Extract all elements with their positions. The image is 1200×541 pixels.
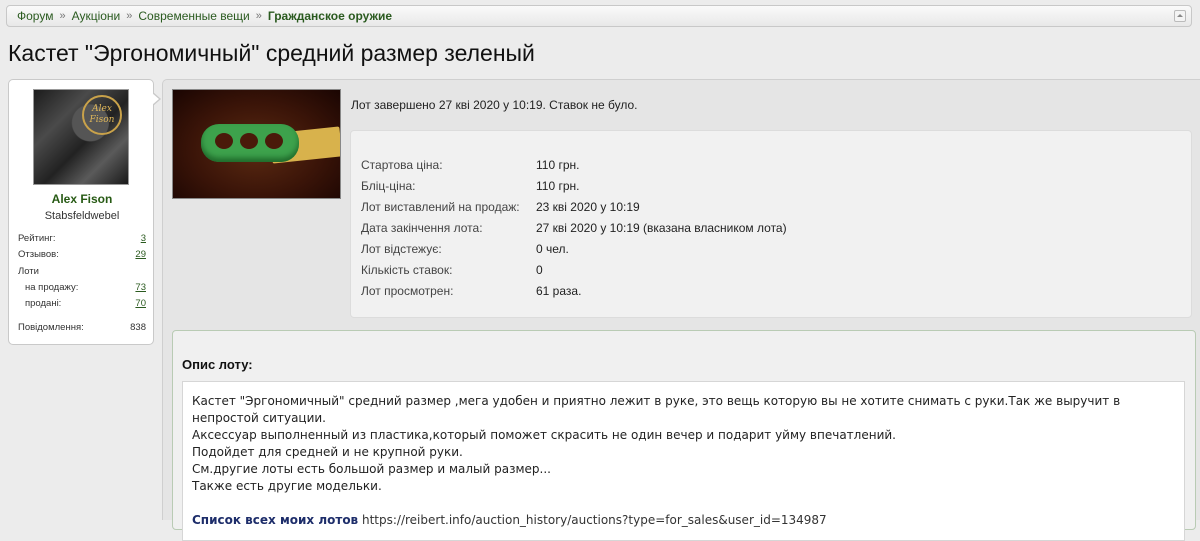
avatar-emblem: Alex Fison	[82, 95, 122, 135]
stat-sold-label: продані:	[25, 298, 62, 309]
stat-messages-value: 838	[130, 322, 146, 333]
info-label: Лот просмотрен:	[361, 284, 454, 298]
description-line: Также есть другие модельки.	[192, 479, 382, 493]
lot-photo[interactable]	[172, 89, 341, 199]
stat-reviews-label: Отзывов:	[18, 249, 59, 260]
description-line: Кастет "Эргономичный" средний размер ,ме…	[192, 394, 1121, 425]
stat-sold-value[interactable]: 70	[135, 298, 146, 309]
stat-reviews: Отзывов: 29	[18, 249, 146, 260]
stat-rating-value[interactable]: 3	[141, 233, 146, 244]
lot-info-table: Стартова ціна: 110 грн. Бліц-ціна: 110 г…	[350, 130, 1192, 318]
seller-lots-link[interactable]: https://reibert.info/auction_history/auc…	[362, 513, 827, 527]
seller-lots-line: Список всех моих лотов https://reibert.i…	[192, 512, 1184, 529]
description-heading: Опис лоту:	[182, 357, 253, 372]
info-value: 110 грн.	[536, 158, 580, 172]
username-link[interactable]: Alex Fison	[9, 192, 155, 206]
description-line: См.другие лоты есть большой размер и мал…	[192, 462, 551, 476]
info-value: 27 кві 2020 у 10:19 (вказана власником л…	[536, 221, 787, 235]
user-card-arrow	[152, 92, 161, 106]
info-value: 0	[536, 263, 543, 277]
stat-for-sale-value[interactable]: 73	[135, 282, 146, 293]
user-rank: Stabsfeldwebel	[44, 210, 120, 222]
photo-finger-hole	[240, 133, 258, 149]
breadcrumb-separator: »	[126, 10, 133, 22]
breadcrumb: Форум » Аукціони » Современные вещи » Гр…	[6, 5, 1192, 27]
info-label: Лот відстежує:	[361, 242, 442, 256]
stat-lots: Лоти	[18, 266, 146, 277]
photo-finger-hole	[265, 133, 283, 149]
breadcrumb-separator: »	[59, 10, 66, 22]
breadcrumb-forum[interactable]: Форум	[17, 6, 53, 26]
stat-for-sale-label: на продажу:	[25, 282, 79, 293]
breadcrumb-separator: »	[255, 10, 262, 22]
description-box: Опис лоту: Кастет "Эргономичный" средний…	[172, 330, 1196, 541]
description-line: Аксессуар выполненный из пластика,которы…	[192, 428, 896, 442]
breadcrumb-current[interactable]: Гражданское оружие	[268, 6, 392, 26]
photo-finger-hole	[215, 133, 233, 149]
description-text: Кастет "Эргономичный" средний размер ,ме…	[182, 381, 1185, 541]
info-value: 110 грн.	[536, 179, 580, 193]
breadcrumb-modern-items[interactable]: Современные вещи	[138, 6, 249, 26]
stat-messages-label: Повідомлення:	[18, 322, 84, 333]
breadcrumb-auctions[interactable]: Аукціони	[72, 6, 121, 26]
info-label: Лот виставлений на продаж:	[361, 200, 520, 214]
info-label: Бліц-ціна:	[361, 179, 416, 193]
info-value: 0 чел.	[536, 242, 569, 256]
info-label: Стартова ціна:	[361, 158, 443, 172]
avatar[interactable]: Alex Fison	[33, 89, 129, 185]
stat-rating: Рейтинг: 3	[18, 233, 146, 244]
lot-status: Лот завершено 27 кві 2020 у 10:19. Ставо…	[351, 98, 638, 112]
stat-rating-label: Рейтинг:	[18, 233, 56, 244]
stat-for-sale: на продажу: 73	[25, 282, 146, 293]
lot-content: Лот завершено 27 кві 2020 у 10:19. Ставо…	[162, 79, 1200, 541]
stat-lots-label: Лоти	[18, 266, 39, 277]
info-label: Кількість ставок:	[361, 263, 453, 277]
seller-lots-label: Список всех моих лотов	[192, 513, 359, 527]
info-value: 23 кві 2020 у 10:19	[536, 200, 640, 214]
jump-menu-icon[interactable]	[1174, 10, 1186, 22]
stat-reviews-value[interactable]: 29	[135, 249, 146, 260]
info-value: 61 раза.	[536, 284, 582, 298]
page-title: Кастет "Эргономичный" средний размер зел…	[8, 40, 535, 66]
info-label: Дата закінчення лота:	[361, 221, 483, 235]
user-card: Alex Fison Alex Fison Stabsfeldwebel Рей…	[8, 79, 161, 345]
description-line: Подойдет для средней и не крупной руки.	[192, 445, 463, 459]
stat-messages: Повідомлення: 838	[18, 322, 146, 333]
stat-sold: продані: 70	[25, 298, 146, 309]
